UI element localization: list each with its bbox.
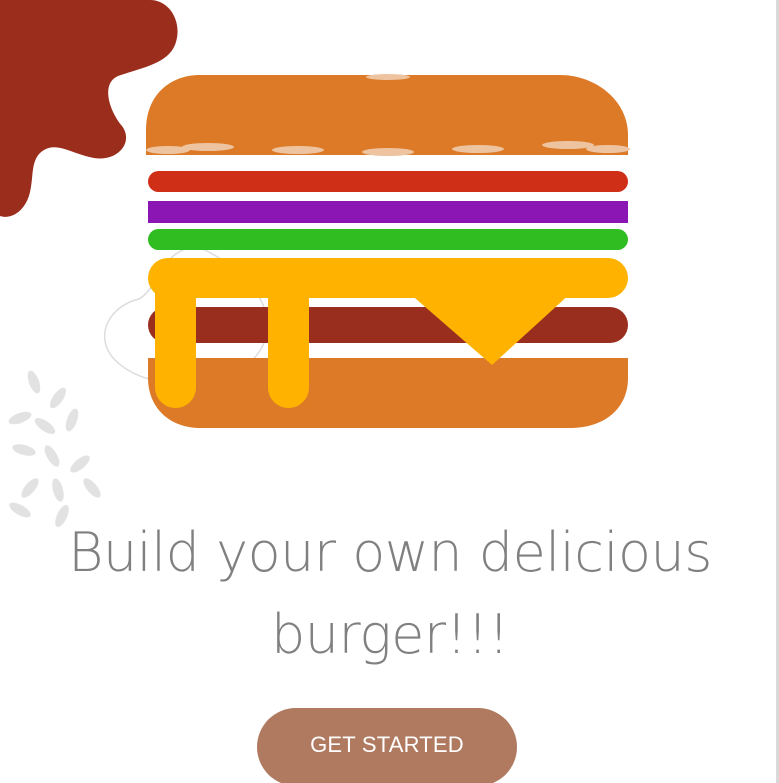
get-started-button[interactable]: GET STARTED xyxy=(257,708,517,783)
tomato-layer xyxy=(148,171,628,192)
patty-layer xyxy=(148,307,628,343)
burger-icon xyxy=(146,74,630,428)
bottom-bun xyxy=(148,358,628,428)
onion-layer xyxy=(148,201,628,223)
page-headline: Build your own delicious burger!!! xyxy=(68,521,712,666)
landing-page: Build your own delicious burger!!! GET S… xyxy=(0,0,779,783)
lettuce-layer xyxy=(148,229,628,250)
sesame-seed xyxy=(366,74,410,80)
